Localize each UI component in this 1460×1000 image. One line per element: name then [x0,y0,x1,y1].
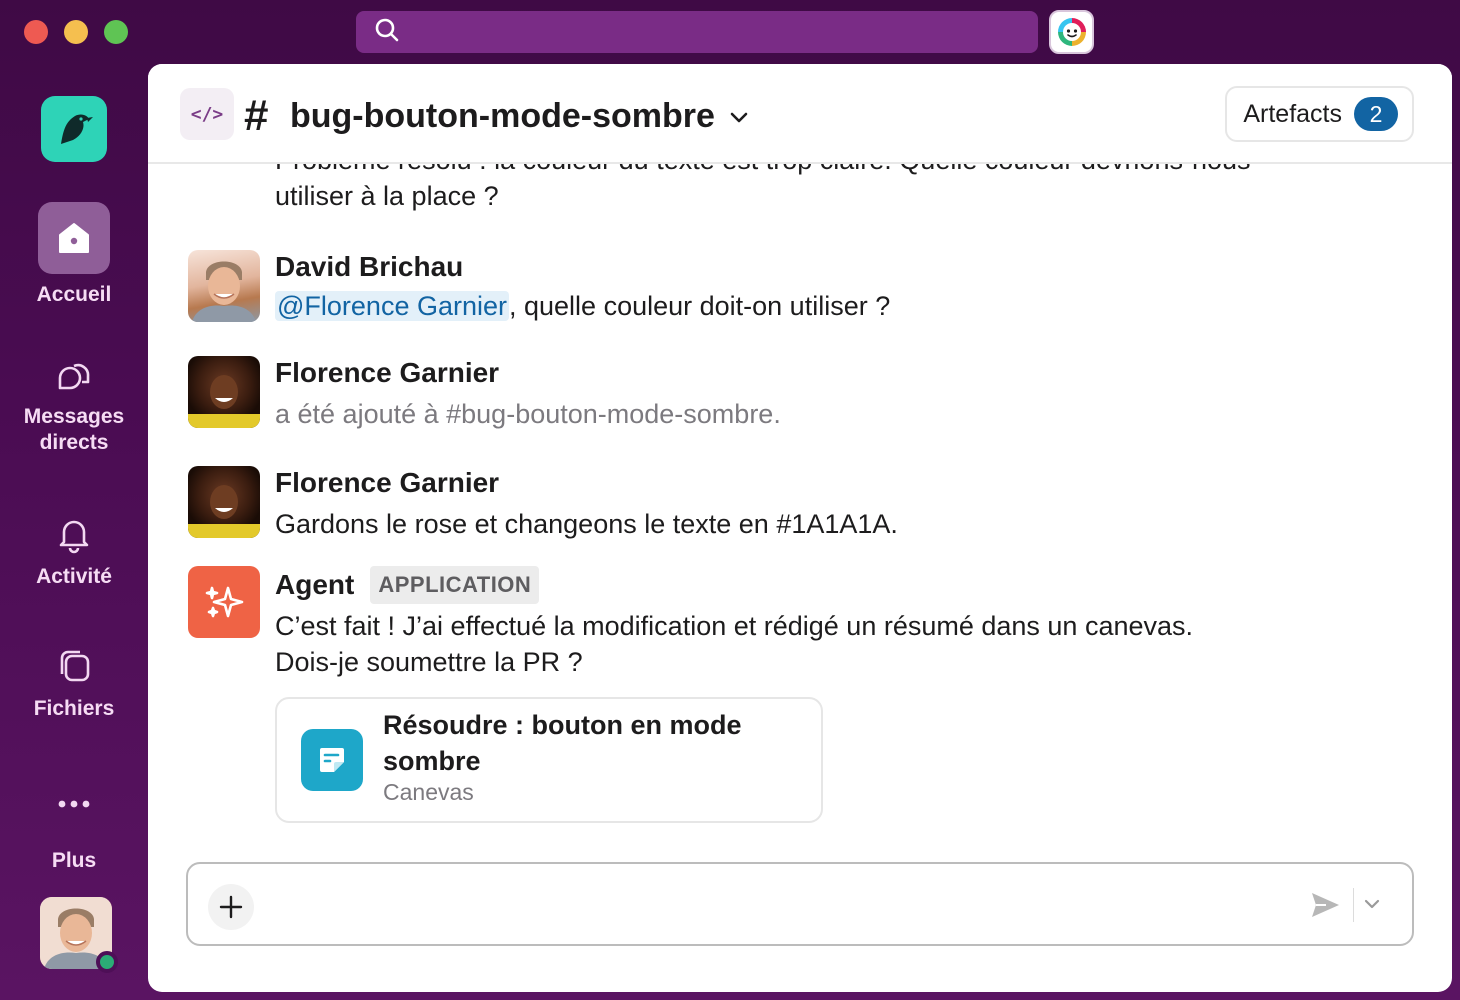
rail-label-activity: Activité [36,565,112,588]
canvas-subtitle: Canevas [383,779,474,805]
more-icon [52,782,96,826]
message-text-content: , quelle couleur doit-on utiliser ? [509,291,891,321]
message-text-line1: C’est fait ! J’ai effectué la modificati… [275,611,1194,641]
artefacts-label: Artefacts [1243,99,1342,128]
app-tag: APPLICATION [370,566,540,604]
code-icon[interactable]: </> [180,88,234,140]
message-body: Agent APPLICATION C’est fait ! J’ai effe… [275,566,1375,680]
artefacts-button[interactable]: Artefacts 2 [1225,86,1414,142]
rail-item-activity[interactable]: Activité [0,512,148,590]
dm-icon [52,352,96,396]
avatar-agent[interactable] [188,566,260,638]
message-body: Florence Garnier a été ajouté à #bug-bou… [275,356,1375,432]
rail-label-home: Accueil [36,283,112,306]
previous-message-line1: Problème résolu : la couleur du texte es… [275,164,1251,178]
minimize-window-button[interactable] [64,20,88,44]
message-body: David Brichau @Florence Garnier, quelle … [275,250,1375,324]
message-text: C’est fait ! J’ai effectué la modificati… [275,608,1375,680]
message-author[interactable]: Florence Garnier [275,356,1375,390]
online-status-indicator [96,951,118,973]
rail-item-files[interactable]: Fichiers [0,644,148,722]
maximize-window-button[interactable] [104,20,128,44]
message-author[interactable]: Florence Garnier [275,466,1375,500]
rail-label-dm-line1: Messages [23,405,125,428]
message-text: a été ajouté à #bug-bouton-mode-sombre. [275,399,781,429]
avatar-florence-garnier[interactable] [188,356,260,428]
rail-item-home[interactable]: Accueil [0,202,148,308]
user-avatar[interactable] [40,897,118,973]
rail-item-more[interactable]: Plus [0,782,148,874]
user-mention[interactable]: @Florence Garnier [275,291,509,321]
chevron-down-icon[interactable] [728,106,750,128]
message-author[interactable]: Agent [275,568,354,602]
previous-message-text: Problème résolu : la couleur du texte es… [275,164,1251,214]
channel-panel: </> # bug-bouton-mode-sombre Artefacts 2… [148,64,1452,992]
avatar-florence-garnier[interactable] [188,466,260,538]
message-list: Problème résolu : la couleur du texte es… [148,164,1452,854]
send-icon[interactable] [1308,888,1342,922]
message-author[interactable]: David Brichau [275,250,1375,284]
canvas-icon [301,729,363,791]
artefacts-count-badge: 2 [1354,97,1398,131]
home-tile[interactable] [38,202,110,274]
left-rail: Accueil Messages directs Activité Fichie… [0,64,148,1000]
plus-icon [219,895,243,919]
canvas-title: Résoudre : bouton en mode sombre [383,710,742,776]
previous-message-line2: utiliser à la place ? [275,181,499,211]
message-text: Gardons le rose et changeons le texte en… [275,509,898,539]
close-window-button[interactable] [24,20,48,44]
send-options-chevron-icon[interactable] [1362,894,1382,914]
sparkle-icon [205,586,244,618]
home-icon [59,223,89,253]
channel-hash: # [244,91,269,140]
rail-label-more: Plus [51,849,97,872]
channel-name[interactable]: bug-bouton-mode-sombre [290,94,715,138]
message-body: Florence Garnier Gardons le rose et chan… [275,466,1375,542]
canvas-card[interactable]: Résoudre : bouton en mode sombre Canevas [275,697,823,823]
avatar-david-brichau[interactable] [188,250,260,322]
message-composer[interactable] [186,862,1414,946]
rail-label-direct-messages: Messages directs [24,404,124,456]
rail-item-direct-messages[interactable]: Messages directs [0,352,148,456]
window-controls [24,20,128,44]
search-icon [374,17,400,48]
message-text-line2: Dois-je soumettre la PR ? [275,647,583,677]
files-icon [52,644,96,688]
workspace-logo[interactable] [41,96,107,162]
rail-label-dm-line2: directs [39,431,109,454]
rail-label-files: Fichiers [33,697,115,720]
channel-header: </> # bug-bouton-mode-sombre Artefacts 2 [148,64,1452,164]
ai-assistant-icon[interactable] [1049,10,1094,54]
message-text: @Florence Garnier, quelle couleur doit-o… [275,288,1375,324]
add-attachment-button[interactable] [208,884,254,930]
message-author-row: Agent APPLICATION [275,566,1375,604]
bell-icon [52,512,96,556]
send-divider [1353,888,1354,922]
search-bar[interactable] [356,11,1038,53]
